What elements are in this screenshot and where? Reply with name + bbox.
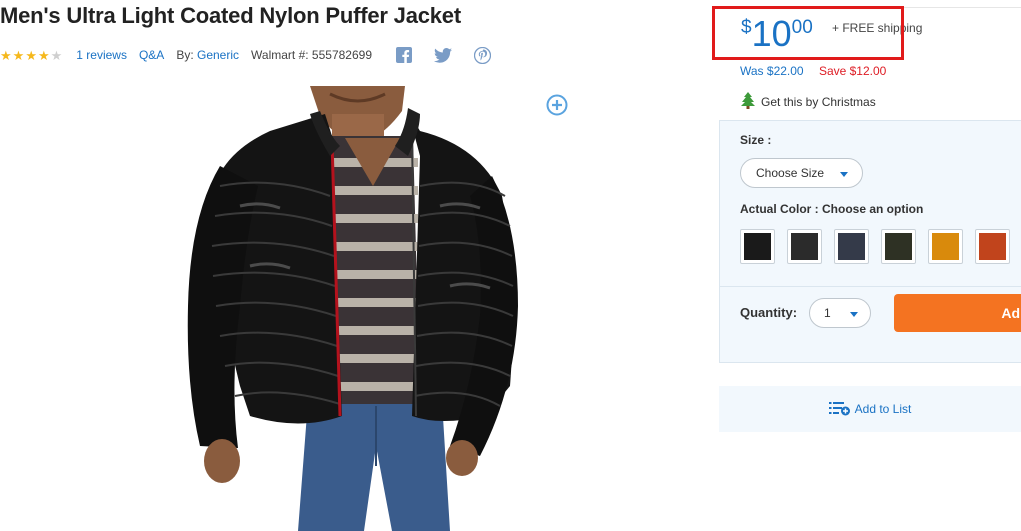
chevron-down-icon: [850, 312, 858, 317]
options-divider: [720, 286, 1021, 287]
delivery-note-text: Get this by Christmas: [761, 95, 876, 109]
size-label: Size :: [740, 133, 772, 147]
star-empty-icon: ★: [50, 47, 63, 63]
quantity-label: Quantity:: [740, 305, 798, 320]
quantity-select[interactable]: 1: [809, 298, 871, 328]
color-label: Actual Color : Choose an option: [740, 202, 924, 216]
color-swatch[interactable]: [881, 229, 916, 264]
twitter-icon[interactable]: [434, 47, 452, 63]
save-amount: Save $12.00: [818, 64, 887, 78]
add-to-list-button[interactable]: Add to List: [719, 386, 1021, 432]
social-share: [396, 46, 491, 64]
size-select-value: Choose Size: [756, 166, 825, 180]
facebook-icon[interactable]: [396, 47, 412, 63]
christmas-tree-icon: [740, 92, 756, 112]
color-swatch[interactable]: [787, 229, 822, 264]
add-to-cart-label: Ad: [1001, 305, 1020, 321]
price-comparison: Was $22.00 Save $12.00: [740, 64, 886, 78]
size-select[interactable]: Choose Size: [740, 158, 863, 188]
add-to-list-label: Add to List: [854, 402, 912, 416]
walmart-number: Walmart #: 555782699: [251, 48, 372, 62]
color-swatches: [740, 229, 1010, 264]
color-swatch[interactable]: [975, 229, 1010, 264]
was-price: Was $22.00: [740, 64, 804, 78]
add-to-cart-button[interactable]: Ad: [894, 294, 1021, 332]
star-icon: ★: [12, 47, 25, 63]
quantity-value: 1: [824, 306, 831, 320]
zoom-in-icon[interactable]: [546, 94, 568, 116]
product-page: Men's Ultra Light Coated Nylon Puffer Ja…: [0, 0, 1021, 531]
star-icon: ★: [0, 47, 12, 63]
chevron-down-icon: [840, 172, 848, 177]
product-meta-row: ★ ★ ★ ★ ★ 1 reviews Q&A By: Generic Walm…: [0, 44, 491, 66]
price-highlight-box: [712, 6, 904, 60]
color-swatch[interactable]: [834, 229, 869, 264]
color-swatch[interactable]: [740, 229, 775, 264]
star-rating[interactable]: ★ ★ ★ ★ ★: [0, 49, 62, 62]
color-swatch[interactable]: [928, 229, 963, 264]
brand-byline: By: Generic: [176, 48, 239, 62]
star-icon: ★: [25, 47, 37, 63]
options-panel: Size : Choose Size Actual Color : Choose…: [719, 120, 1021, 363]
brand-link[interactable]: Generic: [197, 48, 239, 62]
list-add-icon: [828, 400, 851, 419]
product-image[interactable]: [180, 86, 530, 531]
qa-link[interactable]: Q&A: [139, 48, 164, 62]
delivery-note: Get this by Christmas: [740, 92, 876, 112]
star-icon: ★: [37, 47, 50, 63]
pinterest-icon[interactable]: [474, 46, 491, 64]
product-title: Men's Ultra Light Coated Nylon Puffer Ja…: [0, 3, 461, 28]
by-prefix: By:: [176, 48, 194, 62]
reviews-link[interactable]: 1 reviews: [76, 48, 127, 62]
